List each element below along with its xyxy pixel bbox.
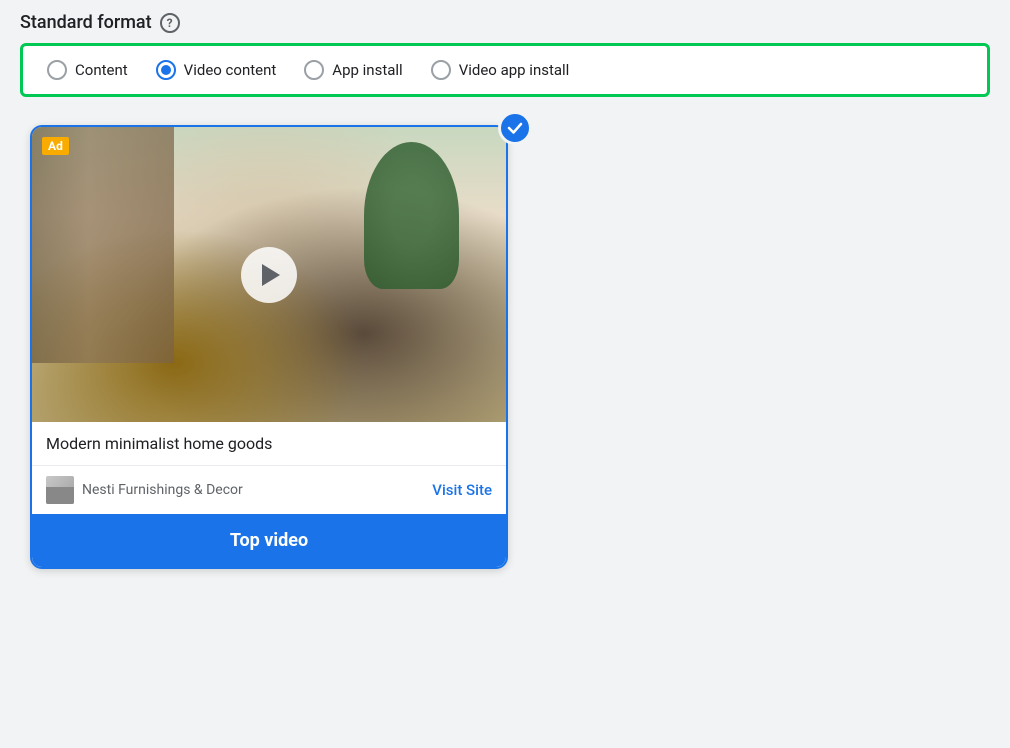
radio-circle-app-install <box>304 60 324 80</box>
section-header: Standard format ? <box>20 12 990 33</box>
radio-label-app-install: App install <box>332 61 402 79</box>
radio-circle-video-content <box>156 60 176 80</box>
format-radio-group: Content Video content App install Video … <box>20 43 990 97</box>
top-video-bar: Top video <box>32 514 506 567</box>
ad-brand: Nesti Furnishings & Decor <box>46 476 243 504</box>
brand-name: Nesti Furnishings & Decor <box>82 482 243 498</box>
ad-footer: Nesti Furnishings & Decor Visit Site <box>32 466 506 514</box>
ad-card[interactable]: Ad Modern minimalist home goods Nesti Fu… <box>30 125 508 569</box>
section-title: Standard format <box>20 12 152 33</box>
page: Standard format ? Content Video content … <box>0 0 1010 748</box>
visit-site-link[interactable]: Visit Site <box>432 481 492 499</box>
ad-info: Modern minimalist home goods <box>32 422 506 466</box>
ad-card-area: Ad Modern minimalist home goods Nesti Fu… <box>20 125 518 569</box>
top-video-label: Top video <box>230 530 308 551</box>
ad-title: Modern minimalist home goods <box>46 434 272 453</box>
brand-icon <box>46 476 74 504</box>
radio-label-video-content: Video content <box>184 61 277 79</box>
help-icon[interactable]: ? <box>160 13 180 33</box>
play-button[interactable] <box>241 247 297 303</box>
ad-image: Ad <box>32 127 506 422</box>
radio-circle-video-app-install <box>431 60 451 80</box>
radio-label-content: Content <box>75 61 128 79</box>
radio-option-app-install[interactable]: App install <box>304 60 402 80</box>
radio-option-video-app-install[interactable]: Video app install <box>431 60 570 80</box>
ad-badge: Ad <box>42 137 69 155</box>
radio-option-video-content[interactable]: Video content <box>156 60 277 80</box>
radio-label-video-app-install: Video app install <box>459 61 570 79</box>
radio-circle-content <box>47 60 67 80</box>
radio-option-content[interactable]: Content <box>47 60 128 80</box>
checkmark-icon <box>506 119 524 137</box>
selected-check-badge <box>498 111 532 145</box>
play-triangle-icon <box>262 264 280 286</box>
